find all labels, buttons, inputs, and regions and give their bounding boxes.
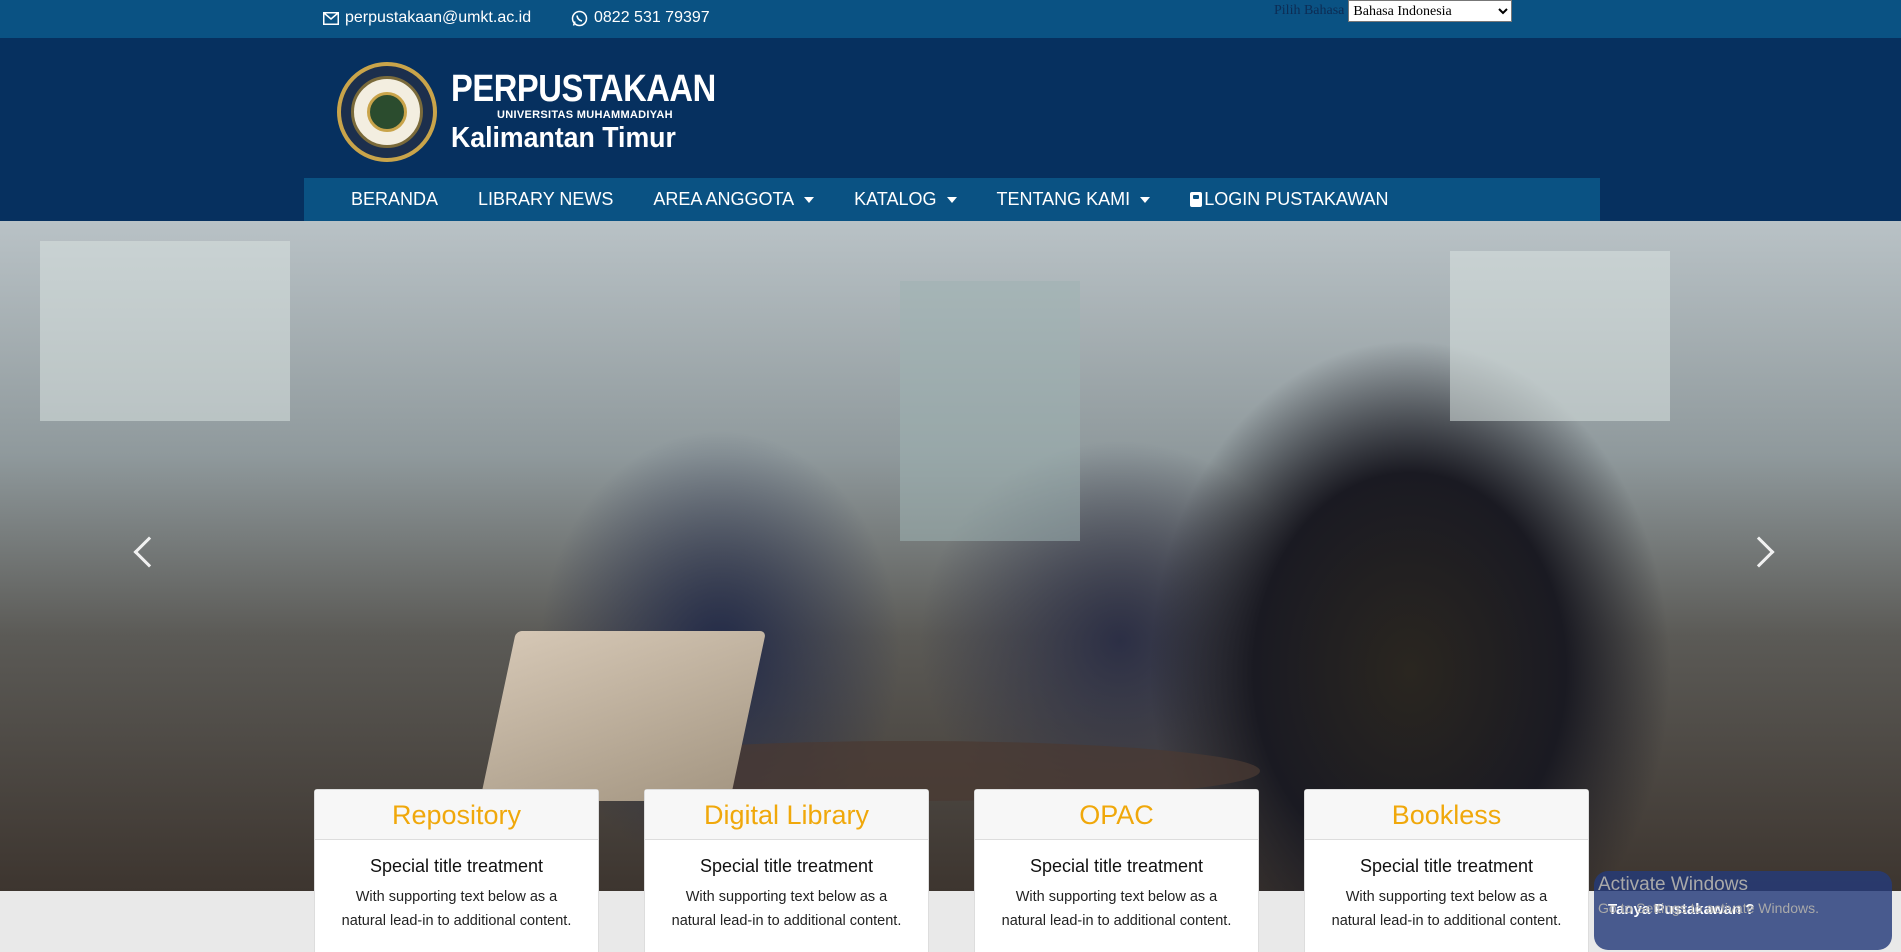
watermark-title: Activate Windows [1598, 874, 1748, 895]
site-logo[interactable]: PERPUSTAKAAN UNIVERSITAS MUHAMMADIYAH Ka… [337, 62, 759, 162]
nav-item-tentang-kami[interactable]: TENTANG KAMI [997, 189, 1151, 210]
email-text: perpustakaan@umkt.ac.id [345, 9, 532, 26]
nav-label: TENTANG KAMI [996, 189, 1131, 209]
logo-subtitle: UNIVERSITAS MUHAMMADIYAH [497, 109, 673, 121]
card-text: With supporting text below as a natural … [1001, 889, 1232, 929]
caret-down-icon [804, 196, 815, 203]
logo-region: Kalimantan Timur [451, 122, 676, 154]
university-seal-icon [337, 62, 437, 162]
language-select[interactable]: Bahasa Indonesia [1348, 0, 1513, 22]
background-window [1450, 251, 1670, 421]
nav-item-beranda[interactable]: BERANDA [351, 189, 438, 210]
chevron-left-icon[interactable] [133, 536, 165, 568]
card-title: Special title treatment [369, 856, 544, 876]
lock-icon [1190, 192, 1203, 207]
envelope-icon [323, 11, 339, 25]
nav-item-area-anggota[interactable]: AREA ANGGOTA [653, 189, 815, 210]
email-contact[interactable]: perpustakaan@umkt.ac.id [323, 9, 531, 27]
card-bookless[interactable]: Bookless Special title treatment With su… [1304, 789, 1589, 952]
card-text: With supporting text below as a natural … [671, 889, 902, 929]
nav-label: LIBRARY NEWS [478, 189, 614, 209]
hero-laptop [479, 631, 767, 801]
top-contact-bar: perpustakaan@umkt.ac.id 0822 531 79397 P… [0, 0, 1901, 38]
phone-contact[interactable]: 0822 531 79397 [571, 9, 710, 27]
whatsapp-icon [571, 10, 588, 26]
watermark-subtitle: Go to Settings to activate Windows. [1598, 900, 1819, 916]
card-digital-library[interactable]: Digital Library Special title treatment … [644, 789, 929, 952]
language-selector: Pilih Bahasa Bahasa Indonesia [1274, 0, 1513, 22]
main-navigation: BERANDA LIBRARY NEWS AREA ANGGOTA KATALO… [304, 178, 1600, 221]
windows-activation-watermark: Activate Windows Go to Settings to activ… [1598, 874, 1819, 916]
card-header[interactable]: Repository [315, 790, 598, 840]
nav-label: BERANDA [351, 189, 439, 209]
card-header[interactable]: Digital Library [645, 790, 928, 840]
card-text: With supporting text below as a natural … [341, 889, 572, 929]
logo-title: PERPUSTAKAAN [451, 68, 716, 110]
nav-item-katalog[interactable]: KATALOG [854, 189, 957, 210]
nav-label: AREA ANGGOTA [653, 189, 795, 209]
language-label: Pilih Bahasa [1274, 3, 1345, 18]
card-repository[interactable]: Repository Special title treatment With … [314, 789, 599, 952]
nav-item-login-pustakawan[interactable]: LOGIN PUSTAKAWAN [1190, 189, 1389, 210]
nav-item-library-news[interactable]: LIBRARY NEWS [478, 189, 613, 210]
hero-carousel [0, 221, 1901, 891]
chevron-right-icon[interactable] [1743, 536, 1775, 568]
phone-text: 0822 531 79397 [594, 9, 710, 26]
caret-down-icon [946, 196, 957, 203]
nav-label: LOGIN PUSTAKAWAN [1204, 189, 1389, 209]
card-opac[interactable]: OPAC Special title treatment With suppor… [974, 789, 1259, 952]
background-window [900, 281, 1080, 541]
card-title: Special title treatment [1359, 856, 1534, 876]
card-title: Special title treatment [1029, 856, 1204, 876]
card-header[interactable]: Bookless [1305, 790, 1588, 840]
card-header[interactable]: OPAC [975, 790, 1258, 840]
caret-down-icon [1140, 196, 1151, 203]
background-window [40, 241, 290, 421]
nav-label: KATALOG [854, 189, 937, 209]
card-title: Special title treatment [699, 856, 874, 876]
card-text: With supporting text below as a natural … [1331, 889, 1562, 929]
